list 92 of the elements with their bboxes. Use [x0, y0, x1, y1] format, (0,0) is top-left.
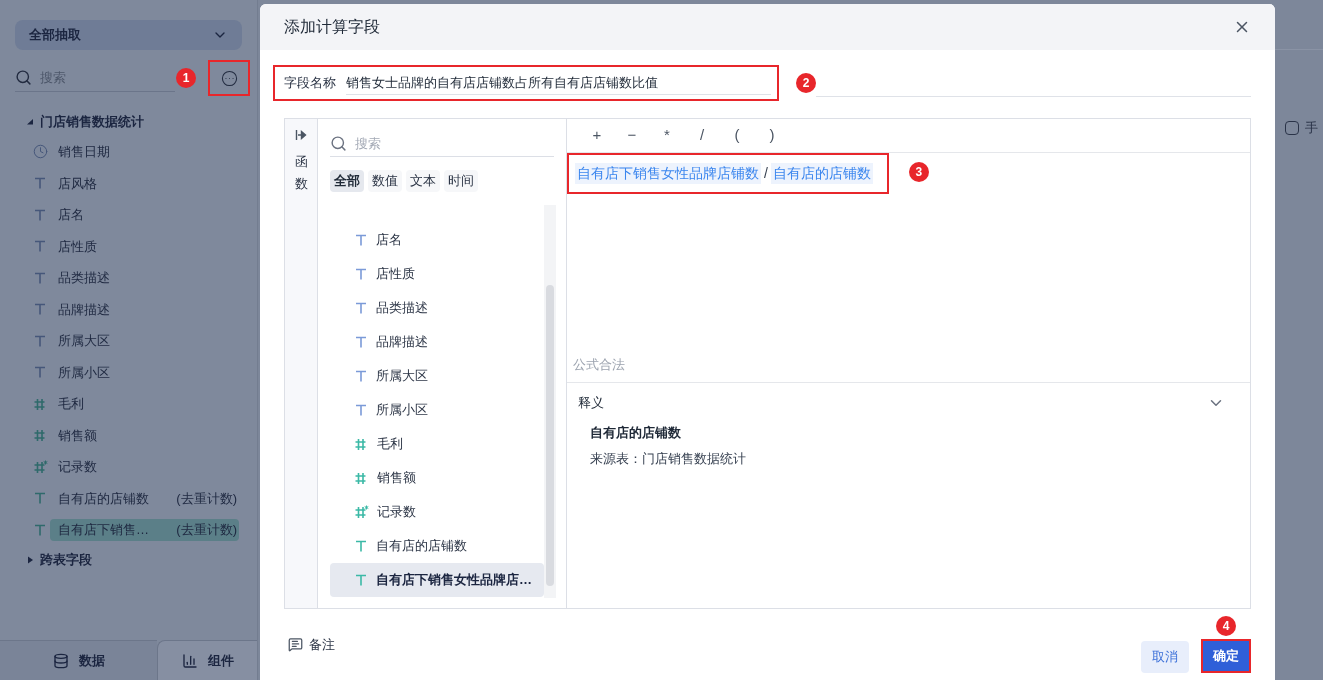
explanation-title: 释义: [578, 394, 604, 413]
cancel-button[interactable]: 取消: [1141, 641, 1189, 673]
step-number-badge: 1: [176, 68, 196, 88]
operator-button[interactable]: +: [590, 124, 604, 147]
field-item[interactable]: 销售额: [50, 424, 239, 447]
more-button[interactable]: [220, 69, 238, 87]
field-name-label: 字段名称: [284, 74, 336, 93]
hash-star-icon: [32, 459, 48, 474]
text-type-icon: [33, 365, 47, 380]
field-list-item[interactable]: 所属小区: [330, 393, 544, 427]
hash-icon: [354, 437, 369, 451]
filter-tab[interactable]: 文本: [406, 170, 440, 192]
more-icon: [220, 69, 238, 87]
hash-icon: [354, 471, 369, 485]
search-field[interactable]: 搜索: [355, 133, 554, 154]
explanation-field-name: 自有店的店铺数: [590, 424, 682, 442]
comment-icon: [288, 637, 303, 652]
operator-button[interactable]: −: [625, 124, 639, 147]
text-type-icon: [33, 207, 47, 222]
formula-status: 公式合法: [572, 355, 626, 374]
tree-group-header[interactable]: 跨表字段: [0, 545, 257, 574]
field-item[interactable]: 品类描述: [50, 266, 239, 289]
text-type-icon: [33, 176, 47, 191]
search-icon: [15, 69, 32, 86]
step-number-badge: 4: [1216, 616, 1236, 636]
field-list-item[interactable]: 品类描述: [330, 291, 544, 325]
field-list-item[interactable]: 自有店下销售女性品牌店…: [330, 563, 544, 597]
text-type-icon: [354, 369, 368, 383]
field-list-item[interactable]: 自有店的店铺数: [330, 529, 544, 563]
hash-icon: [32, 428, 48, 443]
field-item[interactable]: 自有店的店铺数 (去重计数): [50, 487, 239, 510]
text-type-icon: [354, 267, 368, 281]
confirm-button[interactable]: 确定: [1203, 641, 1249, 671]
operator-button[interactable]: ): [765, 124, 779, 147]
operator-button[interactable]: (: [730, 124, 744, 147]
checkbox[interactable]: [1285, 120, 1299, 135]
text-type-icon: [33, 333, 47, 348]
field-list-item[interactable]: 销售额: [330, 461, 544, 495]
field-list-item[interactable]: 品牌描述: [330, 325, 544, 359]
dialog-title: 添加计算字段: [284, 17, 380, 37]
field-list-item[interactable]: 毛利: [330, 427, 544, 461]
database-icon: [52, 652, 69, 669]
text-type-icon: [33, 522, 47, 537]
text-type-icon: [354, 573, 368, 587]
filter-tab[interactable]: 时间: [444, 170, 478, 192]
hash-icon: [32, 396, 48, 411]
clock-icon: [32, 144, 48, 160]
function-tab[interactable]: 函数: [285, 119, 318, 608]
source-dropdown[interactable]: 全部抽取: [15, 20, 242, 50]
field-item[interactable]: 所属大区: [50, 329, 239, 352]
hash-star-icon: [354, 505, 369, 519]
caret-right-icon: [26, 555, 34, 564]
text-type-icon: [33, 302, 47, 317]
panel-tab[interactable]: 组件: [157, 640, 257, 680]
chart-icon: [181, 652, 198, 669]
search-icon: [330, 135, 347, 152]
text-type-icon: [33, 270, 47, 285]
note-button[interactable]: 备注: [288, 634, 335, 655]
field-item[interactable]: 店名: [50, 203, 239, 226]
field-item[interactable]: 店风格: [50, 172, 239, 195]
text-type-icon: [33, 491, 47, 506]
text-type-icon: [354, 403, 368, 417]
checkbox-label: 手: [1305, 119, 1318, 137]
tree-group-header[interactable]: 门店销售数据统计: [0, 108, 257, 136]
field-item[interactable]: 记录数: [50, 455, 239, 478]
field-list-item[interactable]: 记录数: [330, 495, 544, 529]
explanation-source: 来源表：门店销售数据统计: [590, 449, 747, 468]
field-list-item[interactable]: 店性质: [330, 257, 544, 291]
field-item[interactable]: 毛利: [50, 392, 239, 415]
operator-button[interactable]: /: [695, 124, 709, 147]
operator-button[interactable]: *: [660, 124, 674, 147]
filter-tab[interactable]: 数值: [368, 170, 402, 192]
field-list-item[interactable]: 所属大区: [330, 359, 544, 393]
field-list-item[interactable]: 店名: [330, 223, 544, 257]
panel-tab[interactable]: 数据: [0, 640, 157, 680]
filter-tab[interactable]: 全部: [330, 170, 364, 192]
arrow-to-bar-icon: [295, 129, 307, 141]
text-type-icon: [354, 335, 368, 349]
text-type-icon: [354, 301, 368, 315]
field-item[interactable]: 销售日期: [50, 140, 239, 163]
field-item[interactable]: 品牌描述: [50, 298, 239, 321]
step-number-badge: 2: [796, 73, 816, 93]
field-item[interactable]: 店性质: [50, 235, 239, 258]
field-item[interactable]: 所属小区: [50, 361, 239, 384]
text-type-icon: [354, 233, 368, 247]
formula-operator: /: [764, 164, 768, 183]
scrollbar-thumb[interactable]: [546, 285, 554, 586]
step-number-badge: 3: [908, 162, 929, 182]
text-type-icon: [354, 539, 368, 553]
caret-down-icon: [26, 118, 34, 126]
text-type-icon: [33, 239, 47, 254]
field-name-input[interactable]: 销售女士品牌的自有店店铺数占所有自有店店铺数比值: [346, 71, 771, 95]
